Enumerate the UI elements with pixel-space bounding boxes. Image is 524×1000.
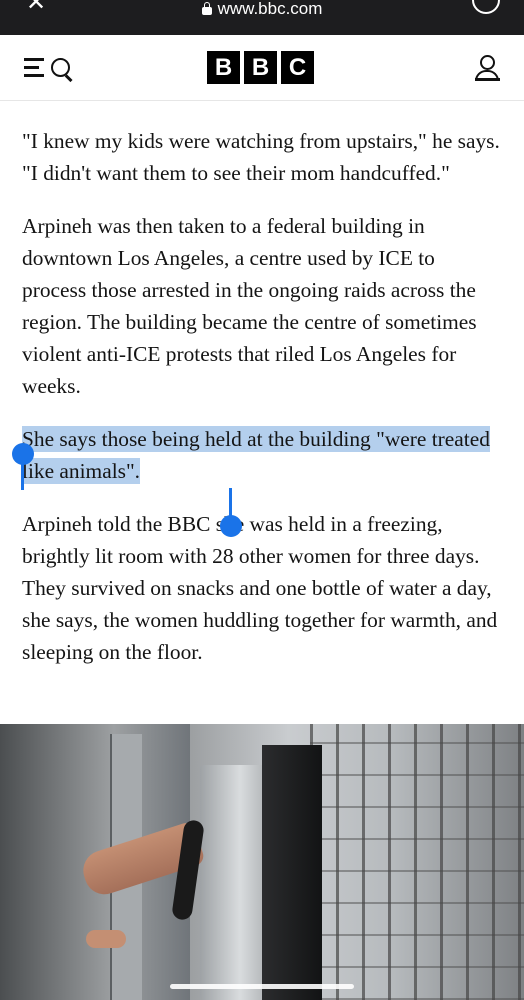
logo-letter: B [244, 51, 277, 84]
logo-letter: C [281, 51, 314, 84]
search-icon [51, 58, 70, 77]
article-paragraph: Arpineh told the BBC she was held in a f… [22, 512, 498, 664]
menu-search-button[interactable] [24, 56, 76, 80]
article-paragraph: "I knew my kids were watching from upsta… [22, 129, 500, 185]
menu-icon [24, 58, 44, 77]
site-header: B B C [0, 35, 524, 101]
selection-end-caret [229, 488, 232, 518]
text-selection[interactable]: She says those being held at the buildin… [22, 426, 490, 484]
selection-end-handle[interactable] [220, 515, 242, 537]
account-icon[interactable] [474, 55, 500, 81]
selected-paragraph[interactable]: She says those being held at the buildin… [22, 423, 504, 487]
fence-grid [310, 724, 524, 1000]
lock-icon [201, 2, 212, 15]
home-indicator[interactable] [170, 984, 354, 989]
bbc-logo[interactable]: B B C [207, 51, 314, 84]
logo-letter: B [207, 51, 240, 84]
payphone [200, 745, 322, 1000]
article-body: "I knew my kids were watching from upsta… [22, 125, 504, 689]
url-text: www.bbc.com [217, 0, 323, 18]
selection-start-caret [21, 460, 24, 490]
address-bar[interactable]: www.bbc.com [0, 0, 524, 17]
browser-toolbar: ✕ www.bbc.com [0, 0, 524, 35]
hand [86, 930, 126, 948]
article-paragraph: Arpineh was then taken to a federal buil… [22, 214, 477, 398]
